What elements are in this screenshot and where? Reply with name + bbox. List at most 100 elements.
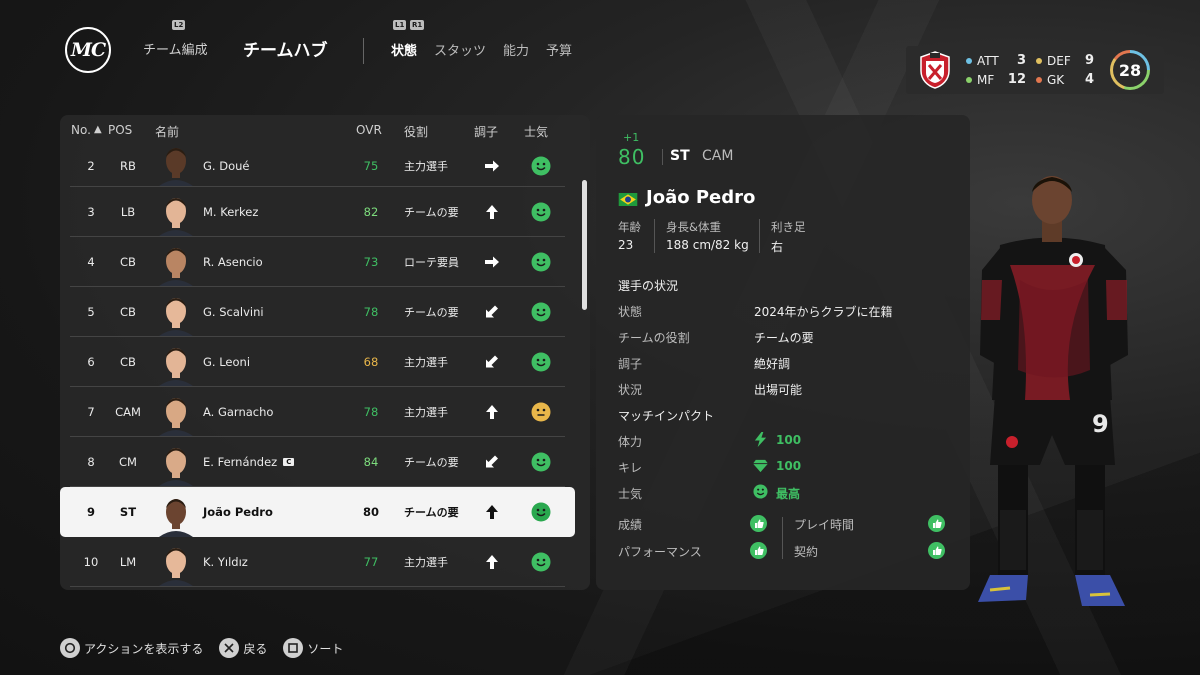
l1-button-hint: L1 — [393, 20, 407, 30]
row-role: 主力選手 — [404, 159, 448, 173]
row-number: 6 — [87, 354, 95, 369]
form-arrow-right-icon — [485, 256, 499, 267]
nav-divider — [363, 38, 364, 64]
list-scrollbar[interactable] — [582, 180, 587, 310]
player-row[interactable]: 8 CM E. Fernández C 84 チームの要 — [70, 437, 565, 487]
player-row[interactable]: 10 LM K. Yıldız 77 主力選手 — [70, 537, 565, 587]
controller-hints: アクションを表示する 戻る ソート — [60, 638, 359, 658]
player-row[interactable]: 5 CB G. Scalvini 78 チームの要 — [70, 287, 565, 337]
bio-divider — [759, 219, 760, 253]
availability-key: 状況 — [618, 383, 643, 397]
player-name-text: João Pedro — [203, 505, 273, 519]
player-row[interactable]: 4 CB R. Asencio 73 ローテ要員 — [70, 237, 565, 287]
stamina-value: 100 — [776, 433, 802, 447]
detail-alt-position: CAM — [702, 148, 734, 164]
header-no[interactable]: No. — [71, 123, 91, 137]
morale-happy-icon — [531, 202, 551, 221]
form-arrow-up-icon — [486, 554, 498, 569]
player-name-text: M. Kerkez — [203, 204, 259, 219]
player-row[interactable]: 3 LB M. Kerkez 82 チームの要 — [70, 187, 565, 237]
header-role[interactable]: 役割 — [404, 123, 428, 140]
ovr-change: +1 — [623, 131, 640, 144]
row-ovr: 77 — [363, 554, 379, 569]
form-key: 調子 — [618, 357, 643, 371]
def-value: 9 — [1084, 53, 1094, 68]
nav-squad[interactable]: チーム編成 — [143, 39, 208, 58]
morale-happy-icon — [531, 352, 551, 371]
def-label: DEF — [1047, 53, 1071, 68]
row-position: CB — [120, 304, 136, 319]
morale-neutral-icon — [531, 402, 551, 421]
player-list-panel: No. ▲ POS 名前 OVR 役割 調子 士気 2 RB G. Doué 75 主力… — [60, 115, 590, 590]
player-name-text: R. Asencio — [203, 254, 263, 269]
smiley-icon — [753, 484, 768, 499]
att-value: 3 — [1016, 53, 1026, 68]
stamina-key: 体力 — [618, 435, 643, 449]
age-label: 年齢 — [618, 220, 641, 234]
form-arrow-down-left-icon — [486, 455, 498, 467]
header-name[interactable]: 名前 — [155, 123, 179, 140]
row-ovr: 68 — [363, 354, 379, 369]
nav-team-hub[interactable]: チームハブ — [243, 36, 328, 61]
player-name-text: G. Leoni — [203, 354, 251, 369]
header-form[interactable]: 調子 — [474, 123, 498, 140]
hint-back: 戻る — [243, 641, 268, 656]
mf-count: MF 12 — [966, 72, 1036, 87]
player-portrait-icon — [159, 348, 193, 386]
mf-dot-icon — [966, 76, 972, 83]
morale-happy-icon — [531, 452, 551, 471]
position-counts: ATT 3 DEF 9 MF 12 GK 4 — [966, 53, 1104, 87]
player-portrait-icon — [159, 198, 193, 236]
circle-button-icon[interactable] — [60, 638, 80, 658]
square-button-icon[interactable] — [283, 638, 304, 658]
tab-budget[interactable]: 予算 — [546, 40, 572, 59]
row-role: ローテ要員 — [404, 255, 459, 269]
row-ovr: 84 — [363, 454, 379, 469]
header-ovr[interactable]: OVR — [356, 123, 382, 137]
form-arrow-up-icon — [486, 404, 498, 419]
header-pos[interactable]: POS — [108, 123, 132, 137]
foot-value: 右 — [771, 240, 784, 254]
size-label: 身長&体重 — [666, 220, 721, 234]
cross-button-icon[interactable] — [219, 638, 240, 658]
status-key: 状態 — [618, 305, 643, 319]
tab-stats[interactable]: スタッツ — [434, 40, 486, 59]
row-role: チームの要 — [404, 305, 459, 319]
player-row[interactable]: 7 CAM A. Garnacho 78 主力選手 — [70, 387, 565, 437]
status-title: 選手の状況 — [618, 279, 679, 293]
row-number: 3 — [87, 204, 95, 219]
team-role-value: チームの要 — [754, 331, 814, 345]
row-ovr: 75 — [363, 158, 379, 173]
player-portrait-icon — [159, 398, 193, 436]
player-portrait-icon — [159, 148, 193, 186]
thumbs-up-icon — [928, 515, 945, 532]
impact-title: マッチインパクト — [618, 409, 715, 423]
row-player-name: R. Asencio — [203, 255, 263, 269]
player-row[interactable]: 6 CB G. Leoni 68 主力選手 — [70, 337, 565, 387]
gk-label: GK — [1047, 72, 1065, 87]
form-arrow-up-icon — [486, 204, 498, 219]
morale-happy-icon — [531, 552, 551, 571]
morale-happy-icon — [531, 156, 551, 175]
row-role: 主力選手 — [404, 355, 448, 369]
row-ovr: 78 — [363, 304, 379, 319]
att-label: ATT — [977, 53, 999, 68]
feedback-results-label: 成績 — [618, 518, 643, 532]
tab-abilities[interactable]: 能力 — [503, 40, 529, 59]
player-name-text: A. Garnacho — [203, 404, 274, 419]
row-number: 4 — [87, 254, 95, 269]
brazil-flag-icon — [618, 193, 638, 206]
row-role: 主力選手 — [404, 405, 448, 419]
row-player-name: M. Kerkez — [203, 205, 258, 219]
player-row[interactable]: 9 ST João Pedro 80 チームの要 — [60, 487, 575, 537]
att-count: ATT 3 — [966, 53, 1036, 68]
player-rows: 2 RB G. Doué 75 主力選手 3 LB M. Kerkez 82 チームの要 4 CB R.… — [60, 145, 575, 587]
player-row[interactable]: 2 RB G. Doué 75 主力選手 — [70, 145, 565, 187]
hint-show-actions: アクションを表示する — [84, 641, 204, 656]
row-position: LB — [120, 204, 136, 219]
tab-status[interactable]: 状態 — [391, 40, 417, 59]
header-morale[interactable]: 士気 — [524, 123, 548, 140]
club-summary: ATT 3 DEF 9 MF 12 GK 4 28 — [906, 46, 1164, 94]
detail-player-name: João Pedro — [646, 187, 756, 208]
sort-asc-icon: ▲ — [94, 124, 102, 135]
